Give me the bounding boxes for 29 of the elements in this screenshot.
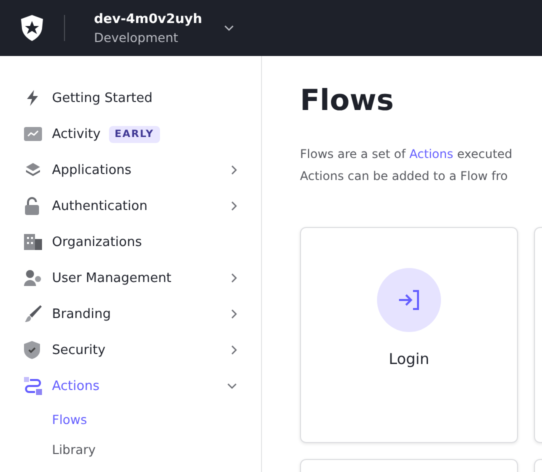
sidebar-item[interactable]: Applications (0, 152, 261, 188)
sidebar-item[interactable]: Branding (0, 296, 261, 332)
sidebar-item[interactable]: Activity EARLY (0, 116, 261, 152)
shield-star-logo[interactable] (20, 15, 44, 41)
nav-icon (24, 197, 40, 215)
early-badge: EARLY (108, 126, 160, 142)
actions-link[interactable]: Actions (409, 147, 454, 161)
page-description: Flows are a set of Actions executed Actions can be added to a Flow fro (300, 146, 514, 185)
tenant-name[interactable]: dev-4m0v2uyh (94, 12, 202, 26)
sidebar-item[interactable]: Authentication (0, 188, 261, 224)
sidebar-item[interactable]: Organizations (0, 224, 261, 260)
flow-card[interactable]: Login (300, 227, 518, 443)
chevron-down-icon[interactable] (224, 25, 234, 31)
sidebar-item[interactable]: Security (0, 332, 261, 368)
sidebar-subitem[interactable]: Flows (0, 404, 261, 434)
environment-label: Development (94, 30, 180, 44)
nav-icon (24, 341, 40, 359)
page-title: Flows (300, 82, 395, 115)
nav-icon (24, 234, 42, 250)
nav-icon (24, 161, 42, 179)
sidebar-item[interactable]: User Management (0, 260, 261, 296)
nav-icon (24, 377, 42, 395)
sidebar-subitem[interactable]: Library (0, 434, 261, 464)
sidebar-item[interactable]: Getting Started (0, 80, 261, 116)
nav-icon (24, 127, 42, 141)
card-label: Login (388, 350, 430, 368)
nav-icon (24, 270, 42, 286)
sidebar-item[interactable]: Actions (0, 368, 261, 404)
nav-icon (24, 305, 42, 323)
